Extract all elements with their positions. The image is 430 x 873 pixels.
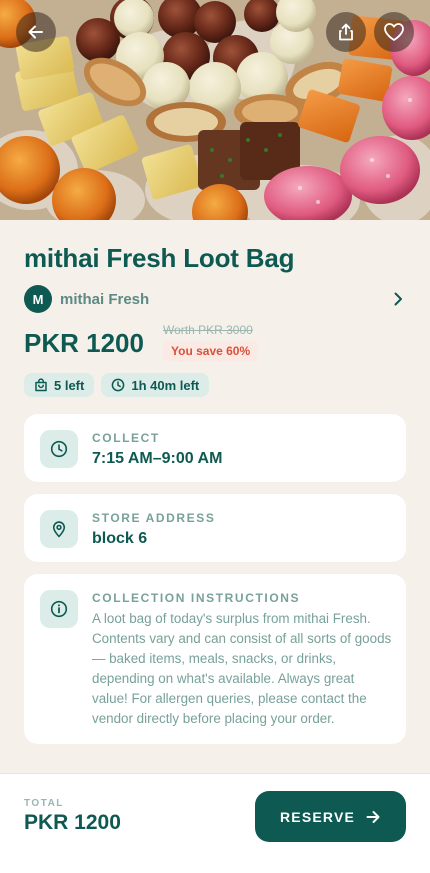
hero-image (0, 0, 430, 220)
clock-icon (111, 378, 125, 392)
chevron-right-icon (392, 291, 404, 307)
info-icon (40, 590, 78, 628)
reserve-button[interactable]: RESERVE (255, 791, 406, 842)
savings-badge: You save 60% (163, 341, 259, 361)
time-chip: 1h 40m left (101, 373, 210, 397)
instructions-card: COLLECTION INSTRUCTIONS A loot bag of to… (24, 574, 406, 744)
stock-chip-label: 5 left (54, 377, 85, 393)
stock-chip: 5 left (24, 373, 95, 397)
vendor-name: mithai Fresh (60, 290, 150, 308)
checkout-bar: TOTAL PKR 1200 RESERVE (0, 773, 430, 873)
collect-time: 7:15 AM–9:00 AM (92, 450, 223, 467)
product-title: mithai Fresh Loot Bag (24, 243, 295, 273)
price: PKR 1200 (24, 328, 144, 358)
share-button[interactable] (326, 12, 366, 52)
arrow-left-icon (28, 25, 43, 39)
address-label: STORE ADDRESS (92, 511, 216, 525)
total-value: PKR 1200 (24, 811, 121, 834)
bag-icon (35, 378, 47, 392)
vendor-avatar: M (24, 285, 52, 313)
clock-icon (40, 430, 78, 468)
address-value: block 6 (92, 530, 148, 547)
time-chip-label: 1h 40m left (131, 377, 200, 393)
instructions-label: COLLECTION INSTRUCTIONS (92, 591, 301, 605)
collect-card: COLLECT 7:15 AM–9:00 AM (24, 414, 406, 482)
original-price: Worth PKR 3000 (163, 323, 253, 337)
back-button[interactable] (16, 12, 56, 52)
reserve-button-label: RESERVE (279, 808, 356, 825)
favorite-button[interactable] (374, 12, 414, 52)
instructions-text: A loot bag of today's surplus from mitha… (92, 611, 392, 726)
arrow-right-icon (366, 810, 380, 823)
vendor-row[interactable]: M mithai Fresh (24, 285, 406, 313)
total-label: TOTAL (24, 798, 64, 809)
address-card: STORE ADDRESS block 6 (24, 494, 406, 562)
share-icon (339, 23, 353, 41)
map-pin-icon (40, 510, 78, 548)
collect-label: COLLECT (92, 431, 160, 445)
info-chips: 5 left 1h 40m left (24, 373, 210, 397)
heart-icon (384, 23, 404, 41)
